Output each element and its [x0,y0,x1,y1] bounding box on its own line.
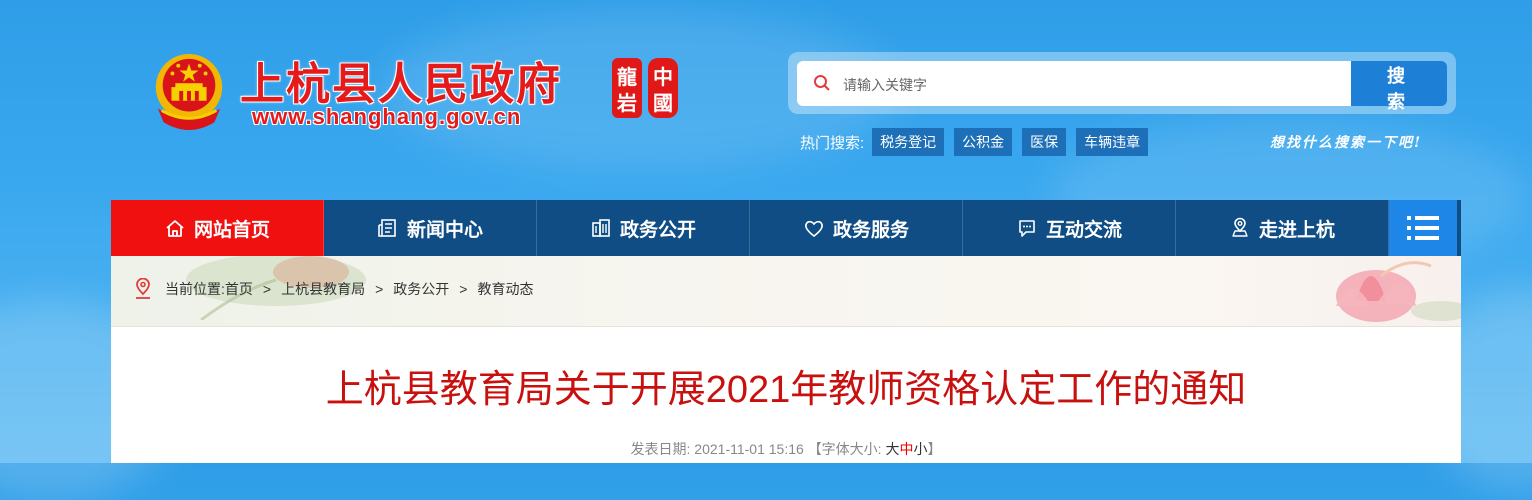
svg-text:龍: 龍 [617,65,637,89]
svg-text:中: 中 [653,65,673,89]
nav-label-home: 网站首页 [193,219,270,241]
publish-date: 2021-11-01 15:16 [694,441,804,457]
lotus-flower-decoration [1336,261,1461,322]
font-size-small[interactable]: 小 [913,441,927,457]
nav-label-interaction: 互动交流 [1045,219,1122,241]
search-icon [814,75,830,91]
nav-menu-button[interactable] [1389,200,1457,256]
content-panel: 当前位置: 首页 > 上杭县教育局 > 政务公开 > 教育动态 上杭县教育局关于… [111,256,1461,463]
breadcrumb-education-news[interactable]: 教育动态 [477,279,533,299]
hot-tag-housing-fund[interactable]: 公积金 [954,128,1013,156]
breadcrumb-separator: > [375,281,384,297]
building-icon [592,219,610,237]
longyan-china-seal: 龍 岩 中 國 [612,58,678,118]
main-nav: 网站首页 新闻中心 政务公开 政务服务 互动交流 走进上杭 [111,200,1461,256]
svg-text:岩: 岩 [616,91,637,115]
breadcrumb-prefix: 当前位置: [165,281,225,297]
nav-item-interaction[interactable]: 互动交流 [963,200,1176,256]
breadcrumb-bar: 当前位置: 首页 > 上杭县教育局 > 政务公开 > 教育动态 [111,256,1461,327]
location-icon [1232,217,1248,237]
hot-search-label: 热门搜索: [800,134,865,152]
font-size-medium[interactable]: 中 [899,441,913,457]
font-size-close: 】 [927,441,942,457]
nav-item-news[interactable]: 新闻中心 [324,200,537,256]
location-pin-icon [136,278,150,299]
nav-item-home[interactable]: 网站首页 [111,200,324,256]
breadcrumb-separator: > [262,281,272,297]
search-box: 搜 索 [788,52,1456,114]
search-input[interactable] [841,61,1335,108]
breadcrumb-separator: > [459,281,468,297]
nav-label-government-services: 政务服务 [832,219,909,241]
heart-icon [805,220,823,238]
nav-label-news: 新闻中心 [406,219,483,241]
nav-item-about-shanghang[interactable]: 走进上杭 [1176,200,1389,256]
font-size-label: 【字体大小: [807,441,882,457]
nav-label-government-affairs: 政务公开 [619,219,696,241]
nav-label-about-shanghang: 走进上杭 [1258,219,1335,241]
menu-icon [1407,216,1439,240]
site-url: www.shanghang.gov.cn [252,104,522,129]
home-icon [166,220,184,237]
date-label: 发表日期: [630,441,691,457]
search-slogan: 想找什么搜索一下吧! [1270,135,1423,151]
search-button[interactable]: 搜 索 [1351,61,1447,112]
news-icon [378,219,396,237]
breadcrumb: 当前位置: 首页 > 上杭县教育局 > 政务公开 > 教育动态 [133,278,533,300]
hot-search: 热门搜索: 税务登记 公积金 医保 车辆违章 [800,128,1158,156]
article-meta: 发表日期: 2021-11-01 15:16 【字体大小: 大中小】 [111,439,1461,459]
site-title: 上杭县人民政府 [240,60,562,109]
font-size-large[interactable]: 大 [885,441,899,457]
article-title: 上杭县教育局关于开展2021年教师资格认定工作的通知 [325,369,1247,411]
hot-tag-traffic-violation[interactable]: 车辆违章 [1076,128,1149,156]
nav-item-government-affairs[interactable]: 政务公开 [537,200,750,256]
chat-icon [1019,220,1035,237]
svg-text:國: 國 [653,91,673,115]
search-field-wrapper [797,61,1351,108]
national-emblem-logo [155,53,223,130]
breadcrumb-government-affairs[interactable]: 政务公开 [393,279,449,299]
breadcrumb-education-bureau[interactable]: 上杭县教育局 [281,279,365,299]
nav-item-government-services[interactable]: 政务服务 [750,200,963,256]
hot-tag-medical-insurance[interactable]: 医保 [1022,128,1067,156]
hot-tag-tax[interactable]: 税务登记 [872,128,945,156]
breadcrumb-home[interactable]: 首页 [225,279,253,299]
